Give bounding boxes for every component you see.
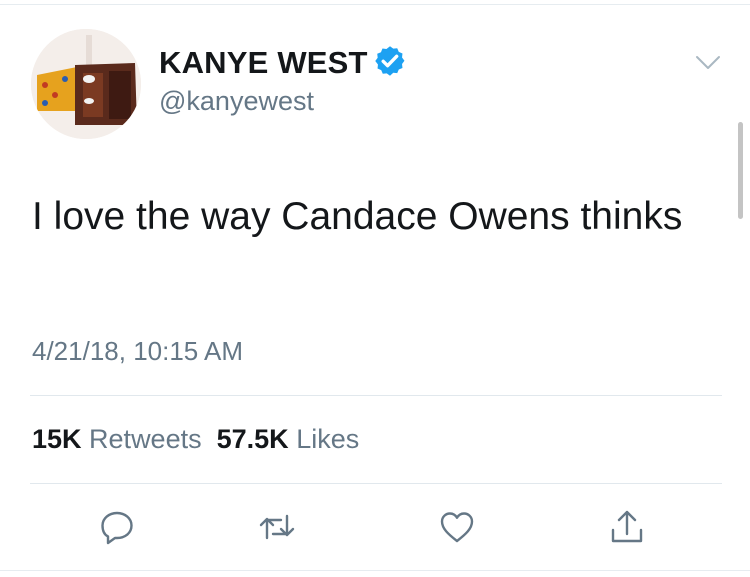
like-button[interactable] bbox=[438, 508, 476, 546]
tweet-timestamp[interactable]: 4/21/18, 10:15 AM bbox=[32, 336, 243, 367]
verified-badge-icon bbox=[375, 46, 405, 76]
user-handle[interactable]: @kanyewest bbox=[159, 86, 314, 117]
top-border bbox=[0, 4, 750, 5]
likes-count: 57.5K bbox=[216, 424, 289, 454]
reply-icon bbox=[101, 511, 133, 545]
tweet-stats: 15K Retweets 57.5K Likes bbox=[32, 424, 359, 455]
retweets-count: 15K bbox=[32, 424, 82, 454]
reply-button[interactable] bbox=[98, 508, 136, 546]
display-name[interactable]: KANYE WEST bbox=[159, 45, 368, 81]
retweets-label: Retweets bbox=[89, 424, 202, 454]
retweets-stat[interactable]: 15K Retweets bbox=[32, 424, 202, 454]
divider bbox=[30, 395, 722, 396]
scrollbar[interactable] bbox=[738, 122, 743, 219]
chevron-down-icon[interactable] bbox=[694, 52, 722, 72]
avatar-image bbox=[31, 29, 141, 139]
share-button[interactable] bbox=[608, 508, 646, 546]
likes-label: Likes bbox=[296, 424, 360, 454]
divider bbox=[30, 483, 722, 484]
likes-stat[interactable]: 57.5K Likes bbox=[217, 424, 360, 454]
heart-icon bbox=[440, 512, 474, 543]
tweet-text: I love the way Candace Owens thinks bbox=[32, 195, 683, 238]
share-icon bbox=[611, 510, 643, 543]
avatar[interactable] bbox=[31, 29, 141, 139]
retweet-icon bbox=[259, 514, 295, 540]
bottom-border bbox=[0, 570, 750, 571]
retweet-button[interactable] bbox=[258, 508, 296, 546]
